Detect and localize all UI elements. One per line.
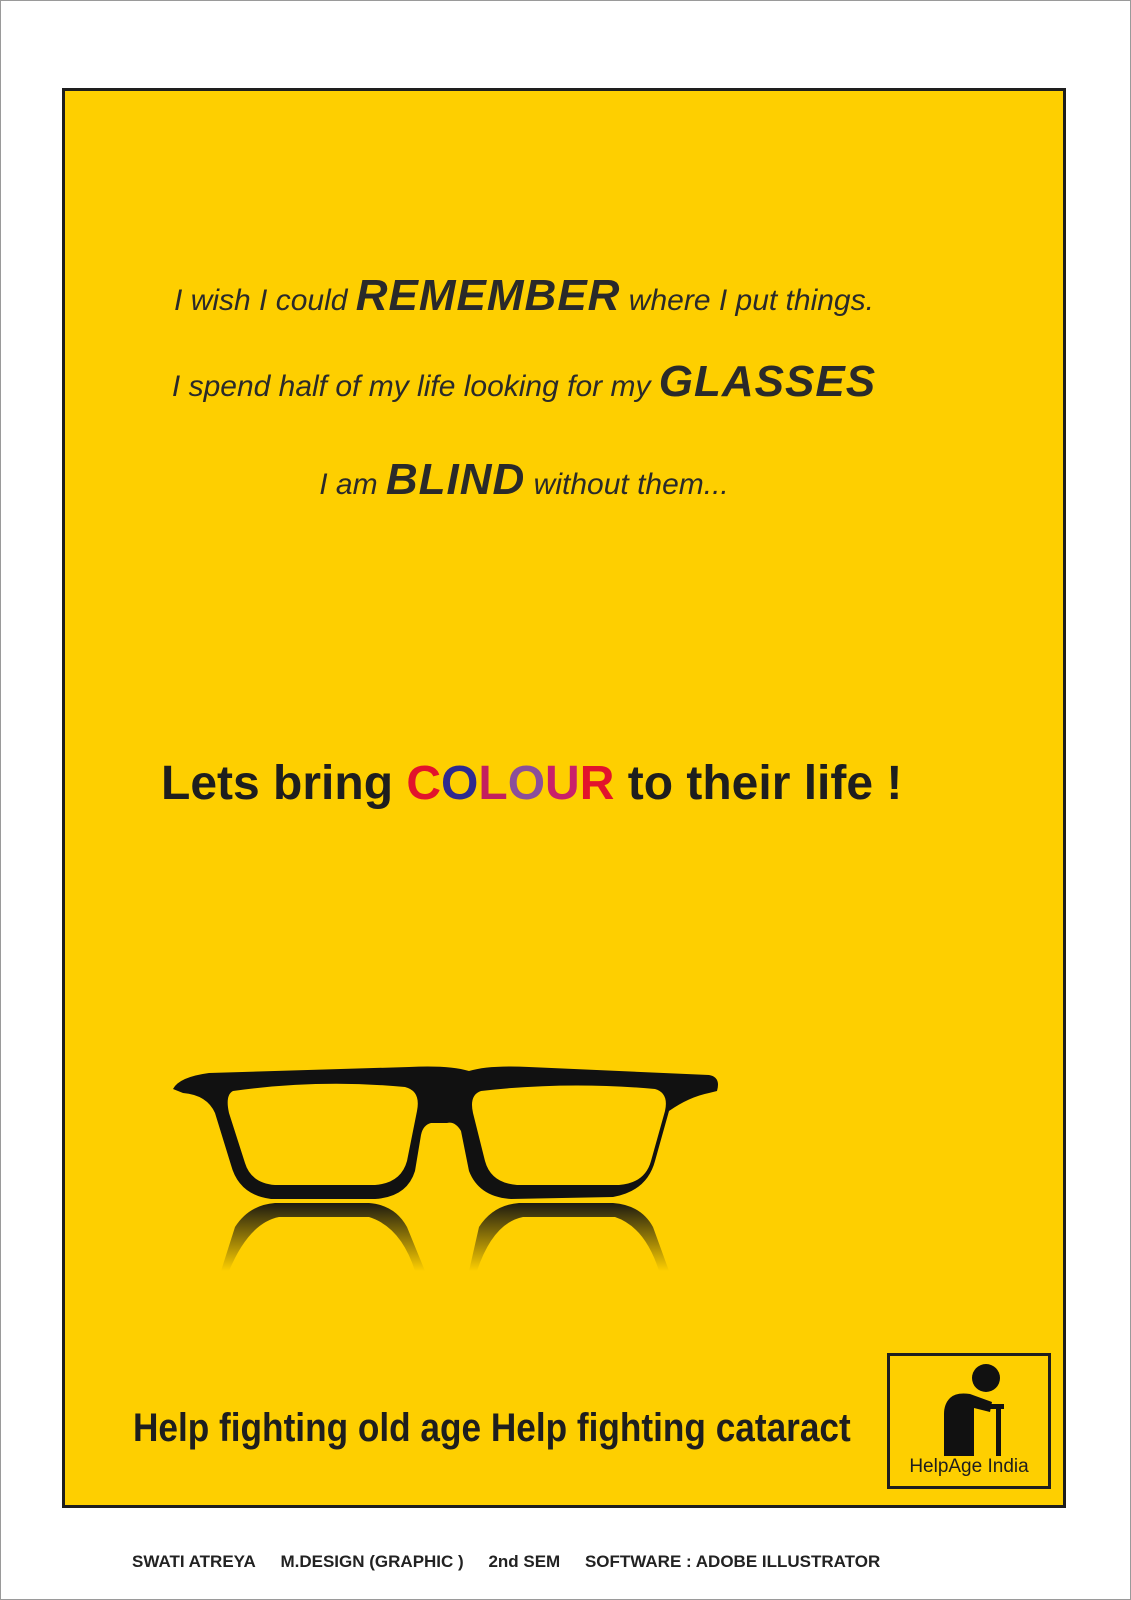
eyeglasses-icon [173,1066,718,1271]
quote-line-3: I am BLIND without them... [25,455,1023,505]
quote-line-1: I wish I could REMEMBER where I put thin… [25,271,1023,321]
quote-line-1-emphasis: REMEMBER [355,271,621,320]
colour-letter: C [406,757,442,810]
quote-line-2: I spend half of my life looking for my G… [25,357,1023,407]
software-credit: SOFTWARE : ADOBE ILLUSTRATOR [584,1552,881,1571]
colour-letter: L [478,757,508,810]
colour-letter: O [441,757,479,810]
colour-letter: R [579,757,615,810]
poster: I wish I could REMEMBER where I put thin… [62,88,1066,1508]
quote-line-2-pre: I spend half of my life looking for my [171,370,659,403]
quote-line-1-post: where I put things. [620,284,874,317]
quote-line-1-pre: I wish I could [174,284,356,317]
helpage-logo: HelpAge India [887,1353,1051,1489]
quote-line-3-emphasis: BLIND [385,455,526,504]
author-name: SWATI ATREYA [132,1552,256,1571]
quote-line-2-emphasis: GLASSES [658,357,877,406]
elderly-person-with-cane-icon [944,1364,1004,1456]
slogan-pre: Lets bring [161,757,407,810]
semester: 2nd SEM [488,1552,561,1571]
quote-line-3-post: without them... [525,468,729,501]
slogan: Lets bring COLOUR to their life ! [161,756,902,811]
slogan-post: to their life ! [614,757,903,810]
credits-footer: SWATI ATREYA M.DESIGN (GRAPHIC ) 2nd SEM… [132,1552,900,1572]
colour-letter: U [545,757,580,810]
logo-text: HelpAge India [909,1456,1029,1477]
quote-line-3-pre: I am [319,468,386,501]
tagline: Help fighting old age Help fighting cata… [133,1406,851,1450]
course-name: M.DESIGN (GRAPHIC ) [280,1552,464,1571]
colour-letter: O [507,757,546,810]
